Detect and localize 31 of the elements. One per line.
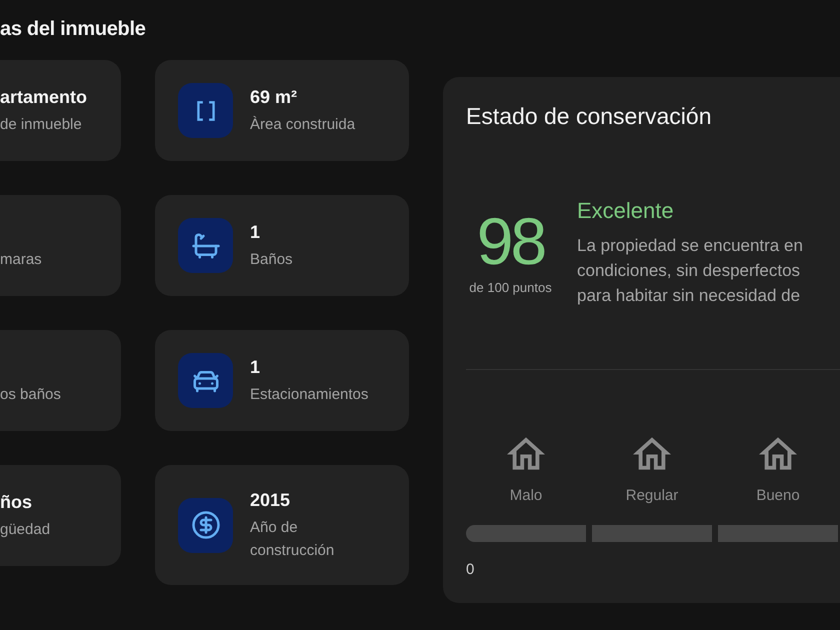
feature-label: os baños [0,385,62,405]
bathtub-icon [178,218,233,273]
scale-start-label: 0 [466,560,474,580]
feature-label: Año de construcción [250,518,336,561]
house-icon [759,437,797,470]
feature-label: Àrea construida [250,115,356,135]
scale-label: Regular [626,486,678,506]
feature-label: de inmueble [0,115,83,135]
brackets-icon [178,83,233,138]
rating-description: La propiedad se encuentra en condiciones, sin desperfectos para habitar sin necesidad de [577,235,803,307]
score-caption: de 100 puntos [469,280,552,296]
house-icon [507,437,545,470]
car-icon [178,353,233,408]
rating-label: Excelente [577,197,675,225]
scale-label: Bueno [756,486,800,506]
section-title: as del inmueble [0,17,147,42]
score-value: 98 [476,208,544,274]
house-icon [633,437,671,470]
feature-value: 2015 [250,489,292,512]
feature-value: 1 [250,356,262,379]
feature-value: 1 [250,221,262,244]
feature-value: ños [0,491,34,514]
panel-title: Estado de conservación [466,103,712,129]
feature-label: maras [0,250,43,270]
dollar-coin-icon [178,498,233,552]
feature-label: Estacionamientos [250,385,368,405]
feature-value: artamento [0,86,88,109]
feature-value: 69 m² [250,86,298,109]
feature-label: güedad [0,520,52,540]
scale-label: Malo [510,486,542,506]
feature-label: Baños [250,250,293,270]
